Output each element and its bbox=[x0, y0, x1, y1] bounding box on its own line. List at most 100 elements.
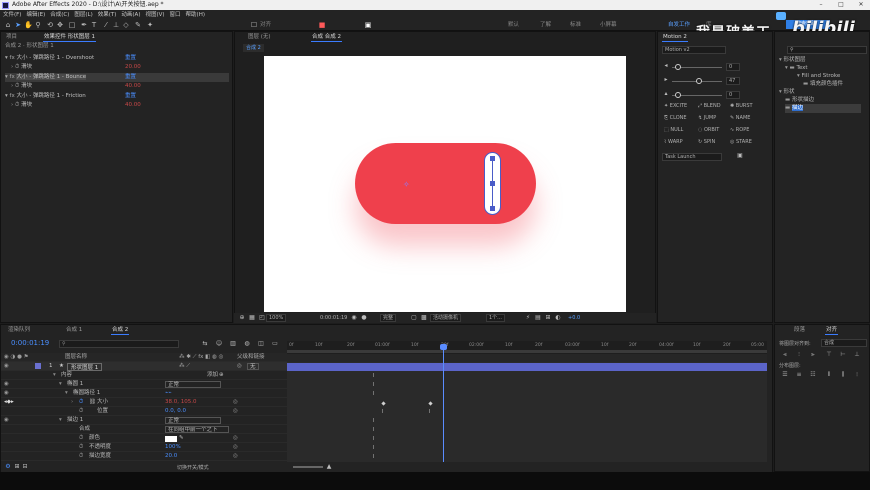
parent-pickwhip-icon[interactable]: ◎ bbox=[237, 362, 242, 371]
camera-icon[interactable]: ◉ bbox=[350, 314, 358, 322]
frame-time-icon[interactable]: ⊟ bbox=[21, 463, 29, 471]
grid-icon[interactable]: ▦ bbox=[248, 314, 256, 322]
launch-icon[interactable]: ▣ bbox=[736, 152, 744, 160]
stopwatch-icon[interactable]: ⏱ bbox=[79, 398, 83, 407]
pickwhip-icon[interactable]: ◎ bbox=[233, 452, 238, 461]
eye-icon[interactable]: ◉ bbox=[4, 389, 9, 398]
hand-tool-icon[interactable]: ✋ bbox=[24, 21, 33, 29]
pan-tool-icon[interactable]: ✥ bbox=[56, 21, 64, 29]
align-checkbox-icon[interactable]: ☐ bbox=[250, 21, 258, 29]
magnifier-icon[interactable]: ⊕ bbox=[238, 314, 246, 322]
align-to-dropdown[interactable]: 合成 bbox=[821, 339, 867, 347]
toggle-switches-modes[interactable]: 切换开关/模式 bbox=[177, 464, 209, 471]
playhead-line[interactable] bbox=[443, 344, 444, 462]
property-row[interactable]: ◉ ▾ 椭圆路径 1 ⌁⌁ bbox=[1, 389, 287, 398]
stopwatch-icon[interactable]: ⏱ bbox=[79, 452, 83, 461]
workspace-default[interactable]: 默认 bbox=[508, 21, 519, 29]
slider-value[interactable]: 47 bbox=[726, 77, 740, 85]
pickwhip-icon[interactable]: ◎ bbox=[233, 398, 238, 407]
resolution-dropdown[interactable]: 完整 bbox=[380, 314, 397, 322]
reset-link[interactable]: 重置 bbox=[125, 92, 136, 101]
menu-edit[interactable]: 编辑(E) bbox=[26, 12, 45, 18]
anchor-point-icon[interactable]: ✧ bbox=[403, 181, 410, 189]
clone-stamp-tool-icon[interactable]: ⊥ bbox=[112, 21, 120, 29]
column-layer-name[interactable]: 图层名称 bbox=[65, 353, 87, 362]
render-icon[interactable]: ⚙ bbox=[4, 463, 12, 471]
home-icon[interactable]: ⌂ bbox=[4, 21, 12, 29]
slider-handle[interactable] bbox=[675, 64, 681, 70]
property-row[interactable]: ◉ ▾ 描边 1 正常 bbox=[1, 416, 287, 425]
effect-row-overshoot[interactable]: ▾ fx 大小 - 弹跳路径 1 - Overshoot 重置 bbox=[5, 54, 229, 63]
eraser-tool-icon[interactable]: ◇ bbox=[122, 21, 130, 29]
comp-breadcrumb[interactable]: 合成 2 bbox=[243, 44, 264, 52]
list-item-selected[interactable]: ▬ 描边 bbox=[785, 104, 861, 113]
workspace-custom[interactable]: 自发工作 bbox=[668, 21, 690, 29]
transparency-grid-icon[interactable]: ▩ bbox=[420, 314, 428, 322]
property-row[interactable]: ⏱ 位置 0.0, 0.0 ◎ bbox=[1, 407, 287, 416]
parent-dropdown[interactable]: 无 bbox=[247, 363, 259, 370]
layer-duration-bar[interactable] bbox=[287, 363, 767, 372]
orbit-tool-icon[interactable]: ⟲ bbox=[46, 21, 54, 29]
keyframe-nav-icon[interactable]: ◂◆▸ bbox=[4, 398, 14, 407]
property-row[interactable]: ◂◆▸ › ⏱ ⛓ 大小 38.0, 105.0 ◎ bbox=[1, 398, 287, 407]
list-item[interactable]: ▬ 填充颜色插件 bbox=[803, 80, 843, 89]
eye-icon[interactable]: ◉ bbox=[4, 380, 9, 389]
timeline-timecode[interactable]: 0:00:01:19 bbox=[11, 339, 49, 347]
expand-icon[interactable]: ⊞ bbox=[13, 463, 21, 471]
menu-help[interactable]: 帮助(H) bbox=[186, 12, 205, 18]
library-search[interactable]: ⚲ bbox=[787, 46, 867, 54]
keyframe[interactable] bbox=[428, 401, 433, 406]
slider-value[interactable]: 20.00 bbox=[125, 63, 141, 72]
composition-canvas[interactable]: ✧ bbox=[264, 56, 626, 312]
menu-view[interactable]: 视图(V) bbox=[145, 12, 164, 18]
maximize-button[interactable]: □ bbox=[834, 0, 848, 10]
property-row[interactable]: ◉ ▾ 椭圆 1 正常 bbox=[1, 380, 287, 389]
graph-editor-icon[interactable]: ◫ bbox=[257, 340, 265, 348]
timeline-search[interactable]: ⚲ bbox=[59, 340, 179, 348]
motion-button-stare[interactable]: ◎ STARE bbox=[730, 138, 752, 147]
property-row[interactable]: ⏱ 不透明度 100% ◎ bbox=[1, 443, 287, 452]
workspace-small-screen[interactable]: 小屏幕 bbox=[600, 21, 617, 29]
layer-name[interactable]: 形状图层 1 bbox=[67, 362, 103, 371]
eye-icon[interactable]: ◉ bbox=[4, 416, 9, 425]
link-icon[interactable]: ⛓ bbox=[89, 398, 96, 407]
zoom-slider[interactable] bbox=[293, 466, 323, 468]
tab-layer[interactable]: 图层 (无) bbox=[245, 32, 274, 42]
work-area-bar[interactable] bbox=[287, 350, 767, 353]
menu-window[interactable]: 窗口 bbox=[170, 12, 181, 18]
brainstorm-icon[interactable]: ▭ bbox=[271, 340, 279, 348]
motion-button-name[interactable]: ✎ NAME bbox=[730, 114, 750, 123]
eye-icon[interactable]: ◉ bbox=[4, 362, 9, 371]
shape-path-icon[interactable]: ⌁⌁ bbox=[165, 389, 172, 398]
workspace-learn[interactable]: 了解 bbox=[540, 21, 551, 29]
comp-flow-icon[interactable]: ⇆ bbox=[201, 340, 209, 348]
column-parent[interactable]: 父级和链接 bbox=[237, 353, 265, 362]
toggle-switch-pill[interactable]: ✧ bbox=[355, 143, 536, 224]
slider-value[interactable]: 40.00 bbox=[125, 101, 141, 110]
roto-brush-tool-icon[interactable]: ✎ bbox=[134, 21, 142, 29]
motion-button-spin[interactable]: ↻ SPIN bbox=[698, 138, 715, 147]
slider-handle[interactable] bbox=[696, 78, 702, 84]
layer-row[interactable]: ◉ 1 ★ 形状图层 1 ⁂ ⟋ ◎ 无 bbox=[1, 362, 287, 371]
slider-value[interactable]: 0 bbox=[726, 63, 740, 71]
tab-effect-controls[interactable]: 效果控件 形状图层 1 bbox=[41, 32, 98, 42]
distribute-left-icon[interactable]: ⦀ bbox=[825, 371, 833, 379]
motion-button-rope[interactable]: ∿ ROPE bbox=[730, 126, 749, 135]
stroke-color-icon[interactable]: ▣ bbox=[364, 21, 372, 29]
motion-button-clone[interactable]: ⎘ CLONE bbox=[664, 114, 687, 123]
property-row[interactable]: ▾ 内容 添加 ⊕ bbox=[1, 371, 287, 380]
zoom-tool-icon[interactable]: ⚲ bbox=[34, 21, 42, 29]
motion-button-orbit[interactable]: ◌ ORBIT bbox=[698, 126, 719, 135]
property-row[interactable]: ⏱ 描边宽度 20.0 ◎ bbox=[1, 452, 287, 461]
slider-value[interactable]: 0 bbox=[726, 91, 740, 99]
motion-button-warp[interactable]: ⌇ WARP bbox=[664, 138, 683, 147]
task-launch-dropdown[interactable]: Task Launch bbox=[662, 153, 722, 161]
distribute-right-icon[interactable]: ⦙ bbox=[853, 371, 861, 379]
distribute-bottom-icon[interactable]: ☷ bbox=[809, 371, 817, 379]
time-ruler[interactable]: 0f 10f 20f 01:00f 10f 20f 02:00f 10f 20f… bbox=[287, 341, 767, 354]
property-row[interactable]: ⏱ 颜色 ✎ ◎ bbox=[1, 434, 287, 443]
exposure-value[interactable]: +0.0 bbox=[568, 314, 580, 322]
keyframe[interactable] bbox=[381, 401, 386, 406]
motion-version-dropdown[interactable]: Motion v2 bbox=[662, 46, 726, 54]
view-dropdown[interactable]: 活动摄像机 bbox=[430, 314, 462, 322]
